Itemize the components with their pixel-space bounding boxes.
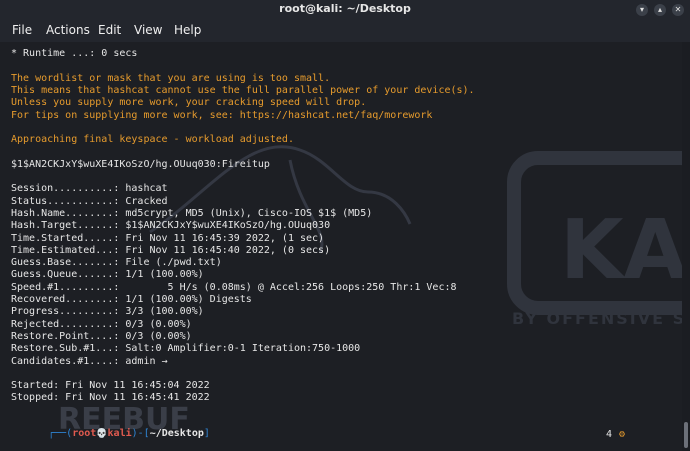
prompt-path: ~/Desktop: [149, 428, 204, 439]
shell-prompt: ┌──(root💀kali)-[~/Desktop]: [12, 416, 210, 451]
prompt-corner: ┌──(: [48, 428, 73, 439]
menu-file[interactable]: File: [12, 23, 32, 37]
output-line: Hash.Target......: $1$AN2CKJxY$wuXE4IKoS…: [11, 220, 331, 232]
output-line: Recovered........: 1/1 (100.00%) Digests: [11, 294, 252, 305]
maximize-button[interactable]: ▴: [654, 4, 666, 16]
output-line: $1$AN2CKJxY$wuXE4IKoSzO/hg.OUuq030:Firei…: [11, 158, 270, 170]
output-line: Rejected.........: 0/3 (0.00%): [11, 318, 192, 330]
output-line: Progress.........: 3/3 (100.00%): [11, 306, 204, 318]
window-title: root@kali: ~/Desktop: [279, 2, 411, 15]
scrollbar-thumb[interactable]: [684, 422, 688, 448]
output-line: Guess.Queue......: 1/1 (100.00%): [11, 269, 204, 281]
output-line: Time.Started.....: Fri Nov 11 16:45:39 2…: [11, 232, 325, 244]
output-line: For tips on supplying more work, see: ht…: [11, 109, 433, 121]
output-line: Unless you supply more work, your cracki…: [11, 97, 367, 109]
output-line: Started: Fri Nov 11 16:45:04 2022: [11, 380, 210, 392]
watermark-brand: KALI: [560, 203, 682, 298]
output-line: * Runtime ...: 0 secs: [11, 48, 138, 59]
output-line: Speed.#1.........: 5 H/s (0.08ms) @ Acce…: [11, 281, 457, 293]
skull-icon: 💀: [96, 429, 108, 439]
watermark-tagline: BY OFFENSIVE S: [512, 309, 682, 328]
output-line: Stopped: Fri Nov 11 16:45:41 2022: [11, 392, 210, 404]
menu-help[interactable]: Help: [174, 23, 201, 37]
menu-view[interactable]: View: [134, 23, 162, 37]
terminal-output[interactable]: KALI BY OFFENSIVE S REEBUF * Runtime ...…: [0, 42, 682, 451]
output-line: Session..........: hashcat: [11, 183, 168, 195]
prompt-separator: )-[: [131, 428, 150, 439]
output-line: Time.Estimated...: Fri Nov 11 16:45:40 2…: [11, 244, 331, 256]
menubar: File Actions Edit View Help: [0, 20, 690, 42]
output-line: Status...........: Cracked: [11, 195, 168, 207]
output-line: Hash.Name........: md5crypt, MD5 (Unix),…: [11, 207, 373, 219]
output-line: Candidates.#1....: admin →: [11, 355, 168, 367]
menu-actions[interactable]: Actions: [46, 23, 90, 37]
output-line: Guess.Base.......: File (./pwd.txt): [11, 257, 222, 269]
gear-icon: ⚙: [619, 429, 626, 440]
terminal-window: root@kali: ~/Desktop ▾ ▴ ✕ File Actions …: [0, 0, 690, 451]
minimize-button[interactable]: ▾: [636, 4, 648, 16]
titlebar: root@kali: ~/Desktop ▾ ▴ ✕: [0, 0, 690, 20]
jobs-count: 4: [606, 429, 613, 440]
prompt-close: ]: [203, 428, 210, 439]
output-line: Approaching final keyspace - workload ad…: [11, 134, 294, 146]
output-line: Restore.Sub.#1...: Salt:0 Amplifier:0-1 …: [11, 343, 361, 355]
output-line: This means that hashcat cannot use the f…: [11, 84, 475, 96]
output-line: The wordlist or mask that you are using …: [11, 72, 331, 84]
prompt-host: kali: [107, 428, 132, 439]
output-line: Restore.Point....: 0/3 (0.00%): [11, 330, 192, 342]
menu-edit[interactable]: Edit: [98, 23, 121, 37]
prompt-user: root: [72, 428, 97, 439]
scrollbar[interactable]: [682, 42, 690, 451]
close-button[interactable]: ✕: [672, 4, 684, 16]
